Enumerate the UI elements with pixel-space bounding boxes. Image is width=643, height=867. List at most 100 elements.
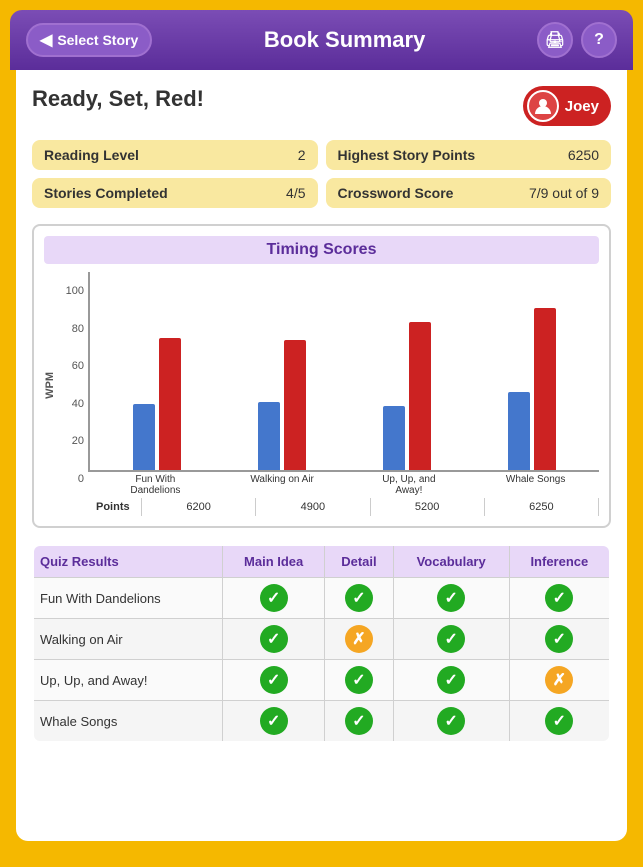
quiz-result-cell: ✓	[393, 660, 509, 701]
print-icon: 🖨	[545, 30, 565, 50]
quiz-results-table: Quiz Results Main Idea Detail Vocabulary…	[32, 544, 611, 743]
quiz-col-detail: Detail	[325, 545, 393, 578]
blue-bar-wrapper: 34	[258, 272, 280, 470]
quiz-result-cell: ✓	[393, 619, 509, 660]
quiz-result-cell: ✓	[223, 701, 325, 743]
reading-level-value: 2	[298, 147, 306, 163]
stories-completed-value: 4/5	[286, 185, 305, 201]
header: ◀ Select Story Book Summary 🖨 ?	[10, 10, 633, 70]
check-icon: ✓	[545, 584, 573, 612]
avatar	[527, 90, 559, 122]
blue-bar-wrapper: 32	[383, 272, 405, 470]
bar-group: 32 74	[345, 272, 470, 470]
stats-grid: Reading Level 2 Highest Story Points 625…	[32, 140, 611, 208]
blue-bar	[258, 402, 280, 470]
crossword-score-label: Crossword Score	[338, 185, 454, 201]
blue-bar-wrapper: 39	[508, 272, 530, 470]
check-icon: ✓	[545, 707, 573, 735]
crossword-score-stat: Crossword Score 7/9 out of 9	[326, 178, 612, 208]
user-name: Joey	[565, 98, 599, 115]
chart-col-label: Whale Songs	[472, 472, 599, 498]
back-arrow-icon: ◀	[40, 30, 52, 50]
quiz-result-cell: ✓	[509, 701, 610, 743]
check-icon: ✓	[260, 666, 288, 694]
page-title: Book Summary	[152, 27, 537, 53]
points-cell: 4900	[256, 498, 370, 516]
y-axis: 0 20 40 60 80 100	[58, 285, 88, 485]
cross-icon: ✗	[545, 666, 573, 694]
bars-row: 3366 34 65 32 74 39 81	[88, 272, 599, 472]
bar-group: 39 81	[470, 272, 595, 470]
red-bar	[534, 308, 556, 470]
quiz-result-cell: ✓	[325, 578, 393, 619]
reading-level-label: Reading Level	[44, 147, 139, 163]
stories-completed-label: Stories Completed	[44, 185, 168, 201]
chart-col-label: Fun With Dandelions	[92, 472, 219, 498]
print-button[interactable]: 🖨	[537, 22, 573, 58]
blue-bar-label: 34	[263, 389, 274, 400]
table-row: Fun With Dandelions✓✓✓✓	[33, 578, 610, 619]
table-row: Whale Songs✓✓✓✓	[33, 701, 610, 743]
red-bar-wrapper: 65	[284, 272, 306, 470]
red-bar	[284, 340, 306, 470]
check-icon: ✓	[260, 707, 288, 735]
user-badge: Joey	[523, 86, 611, 126]
check-icon: ✓	[437, 625, 465, 653]
quiz-result-cell: ✓	[393, 578, 509, 619]
check-icon: ✓	[345, 584, 373, 612]
quiz-col-vocabulary: Vocabulary	[393, 545, 509, 578]
chart-labels-row: Fun With DandelionsWalking on AirUp, Up,…	[88, 472, 599, 498]
check-icon: ✓	[260, 625, 288, 653]
story-name-cell: Whale Songs	[33, 701, 223, 743]
story-name-cell: Fun With Dandelions	[33, 578, 223, 619]
reading-level-stat: Reading Level 2	[32, 140, 318, 170]
blue-bar	[508, 392, 530, 470]
quiz-result-cell: ✓	[325, 701, 393, 743]
stories-completed-stat: Stories Completed 4/5	[32, 178, 318, 208]
points-cell: 5200	[371, 498, 485, 516]
blue-bar	[383, 406, 405, 470]
chart-col-label: Walking on Air	[219, 472, 346, 498]
quiz-result-cell: ✓	[509, 619, 610, 660]
highest-story-points-value: 6250	[568, 147, 599, 163]
chart-col-label: Up, Up, and Away!	[346, 472, 473, 498]
quiz-result-cell: ✓	[509, 578, 610, 619]
quiz-result-cell: ✗	[325, 619, 393, 660]
help-icon: ?	[594, 31, 604, 49]
y-axis-label: WPM	[44, 372, 56, 399]
back-button[interactable]: ◀ Select Story	[26, 23, 152, 57]
quiz-col-main-idea: Main Idea	[223, 545, 325, 578]
book-title: Ready, Set, Red!	[32, 86, 204, 112]
points-header: Points	[92, 498, 142, 516]
red-bar-wrapper: 81	[534, 272, 556, 470]
blue-bar	[133, 404, 155, 470]
help-button[interactable]: ?	[581, 22, 617, 58]
cross-icon: ✗	[345, 625, 373, 653]
crossword-score-value: 7/9 out of 9	[529, 185, 599, 201]
bar-group: 34 65	[219, 272, 344, 470]
quiz-result-cell: ✓	[325, 660, 393, 701]
bar-group: 3366	[94, 272, 219, 470]
back-label: Select Story	[57, 32, 138, 48]
quiz-title-header: Quiz Results	[33, 545, 223, 578]
red-bar-label: 81	[540, 295, 551, 306]
story-name-cell: Up, Up, and Away!	[33, 660, 223, 701]
points-cell: 6200	[142, 498, 256, 516]
chart-bars-section: 3366 34 65 32 74 39 81 Fun With DandelionsWalk…	[88, 272, 599, 498]
blue-bar-label: 32	[389, 393, 400, 404]
table-row: Up, Up, and Away! ✓ ✓ ✓ ✗	[33, 660, 610, 701]
blue-bar-label: 39	[514, 379, 525, 390]
header-actions: 🖨 ?	[537, 22, 617, 58]
main-content: Ready, Set, Red! Joey Reading Level 2 Hi…	[16, 70, 627, 841]
red-bar	[159, 338, 181, 470]
table-row: Walking on Air✓✗✓✓	[33, 619, 610, 660]
red-bar-wrapper: 74	[409, 272, 431, 470]
red-bar-wrapper: 66	[159, 272, 181, 470]
check-icon: ✓	[345, 707, 373, 735]
check-icon: ✓	[437, 666, 465, 694]
check-icon: ✓	[345, 666, 373, 694]
top-section: Ready, Set, Red! Joey	[32, 86, 611, 126]
quiz-result-cell: ✗	[509, 660, 610, 701]
quiz-result-cell: ✓	[223, 660, 325, 701]
user-icon	[533, 96, 553, 116]
